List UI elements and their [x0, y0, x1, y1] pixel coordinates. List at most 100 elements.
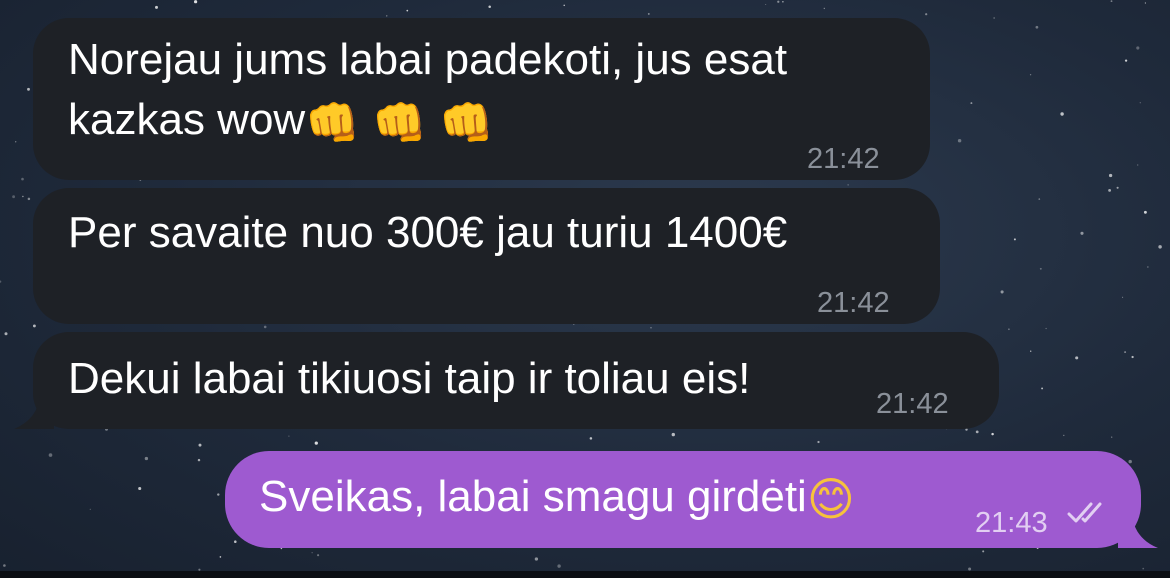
star-dot	[765, 3, 767, 6]
star-dot	[1060, 112, 1064, 116]
star-dot	[4, 332, 8, 336]
star-dot	[1108, 173, 1113, 178]
message-bubble-outgoing[interactable]: Sveikas, labai smagu girdėti😊 21:43	[225, 451, 1141, 548]
star-dot	[1075, 356, 1079, 360]
star-dot	[1124, 59, 1128, 62]
star-dot	[1035, 25, 1039, 29]
star-dot	[1142, 567, 1145, 570]
star-dot	[317, 554, 320, 557]
message-text: Per savaite nuo 300€ jau turiu 1400€	[68, 208, 788, 257]
star-dot	[3, 564, 6, 567]
star-dot	[32, 324, 36, 328]
star-dot	[15, 141, 17, 143]
star-dot	[138, 486, 142, 491]
star-dot	[219, 556, 222, 558]
star-dot	[1137, 164, 1139, 166]
star-dot	[1136, 46, 1140, 50]
smiling-face-icon: 😊	[806, 472, 855, 526]
message-timestamp: 21:43	[975, 507, 1048, 539]
star-dot	[1041, 387, 1044, 390]
message-text-line-1: Norejau jums labai padekoti, jus esat	[68, 35, 788, 84]
star-dot	[647, 12, 650, 15]
star-dot	[1128, 459, 1132, 464]
message-timestamp: 21:42	[876, 388, 949, 420]
star-dot	[925, 13, 928, 16]
star-dot	[1143, 210, 1147, 214]
star-dot	[1045, 327, 1047, 330]
star-dot	[488, 5, 491, 8]
star-dot	[970, 102, 973, 105]
star-dot	[534, 557, 539, 561]
star-dot	[589, 437, 593, 440]
star-dot	[991, 432, 994, 436]
star-dot	[89, 508, 91, 510]
star-dot	[1131, 355, 1134, 359]
oncoming-fist-icon: 👊	[372, 98, 428, 149]
message-timestamp: 21:42	[807, 143, 880, 175]
star-dot	[1038, 198, 1041, 200]
star-dot	[823, 7, 825, 10]
star-dot	[1030, 350, 1032, 352]
star-dot	[782, 0, 784, 3]
message-bubble-incoming-2[interactable]: Per savaite nuo 300€ jau turiu 1400€ 21:…	[33, 188, 940, 324]
star-dot	[671, 432, 675, 437]
message-bubble-incoming-3[interactable]: Dekui labai tikiuosi taip ir toliau eis!…	[33, 332, 999, 429]
star-dot	[406, 9, 409, 12]
star-dot	[386, 15, 388, 17]
star-dot	[957, 138, 962, 143]
star-dot	[0, 280, 2, 283]
star-dot	[311, 552, 313, 554]
star-dot	[21, 177, 24, 181]
star-dot	[1029, 74, 1032, 76]
message-text: Dekui labai tikiuosi taip ir toliau eis!	[68, 354, 751, 403]
oncoming-fist-icon: 👊	[439, 98, 495, 149]
star-dot	[817, 440, 820, 444]
star-dot	[144, 456, 149, 461]
star-dot	[1147, 266, 1149, 268]
star-dot	[1000, 290, 1004, 294]
star-dot	[650, 327, 652, 329]
star-dot	[1124, 351, 1127, 354]
star-dot	[1008, 328, 1010, 331]
star-dot	[563, 4, 565, 7]
star-dot	[314, 441, 318, 445]
star-dot	[1039, 267, 1042, 270]
star-dot	[1139, 102, 1141, 104]
oncoming-fist-icon: 👊	[305, 98, 360, 149]
star-dot	[263, 325, 267, 329]
star-dot	[1108, 188, 1112, 192]
message-timestamp: 21:42	[817, 287, 890, 319]
star-dot	[1013, 238, 1016, 241]
message-bubble-incoming-1[interactable]: Norejau jums labai padekoti, jus esat ka…	[33, 18, 930, 180]
star-dot	[1063, 434, 1065, 437]
message-text-line-2: kazkas wow👊 👊 👊	[68, 91, 494, 153]
star-dot	[217, 493, 220, 496]
star-dot	[48, 453, 53, 457]
star-dot	[197, 458, 201, 462]
star-dot	[1158, 245, 1162, 249]
message-text-line: Sveikas, labai smagu girdėti😊	[259, 468, 855, 528]
message-text: Sveikas, labai smagu girdėti	[259, 472, 807, 521]
bubble-tail-incoming	[14, 395, 54, 429]
star-dot	[198, 443, 202, 447]
star-dot	[1144, 2, 1147, 4]
star-dot	[1116, 186, 1119, 189]
star-dot	[975, 430, 979, 434]
star-dot	[234, 540, 237, 543]
star-dot	[155, 5, 158, 9]
star-dot	[1110, 0, 1113, 3]
read-receipt-double-check-icon	[1067, 502, 1102, 523]
star-dot	[777, 0, 780, 3]
star-dot	[1111, 436, 1113, 438]
bottom-edge-bar	[0, 571, 1170, 578]
star-dot	[993, 17, 995, 19]
star-dot	[288, 435, 290, 437]
star-dot	[12, 195, 16, 199]
star-dot	[22, 195, 24, 198]
star-dot	[1080, 231, 1084, 235]
star-dot	[27, 87, 30, 91]
message-text: kazkas wow	[68, 95, 306, 144]
star-dot	[27, 197, 31, 201]
star-dot	[194, 0, 198, 4]
star-dot	[557, 564, 561, 568]
